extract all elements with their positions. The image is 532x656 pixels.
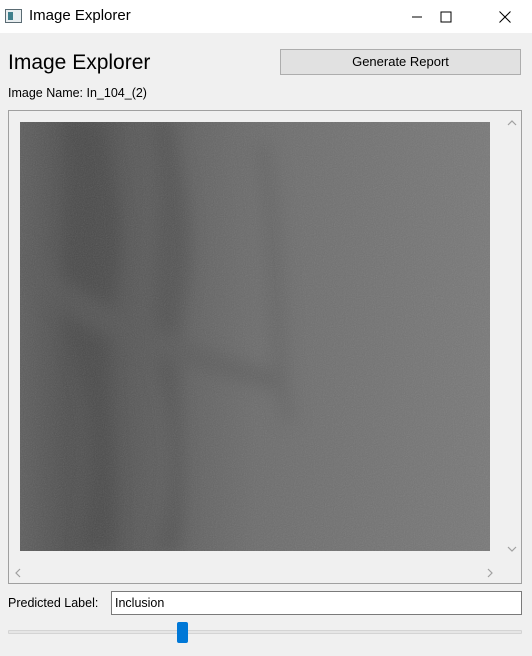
predicted-label-field[interactable] [111, 591, 522, 615]
maximize-button[interactable] [423, 0, 469, 33]
app-icon [5, 9, 22, 23]
page-title: Image Explorer [8, 51, 151, 74]
slider-handle[interactable] [177, 622, 188, 643]
maximize-icon [440, 11, 452, 22]
slider-track[interactable] [8, 630, 522, 634]
image-slider[interactable] [8, 620, 522, 644]
scroll-left-icon[interactable] [11, 566, 25, 580]
image-view [20, 122, 490, 551]
scroll-right-icon[interactable] [483, 566, 497, 580]
scroll-up-icon[interactable] [505, 117, 519, 129]
generate-report-button[interactable]: Generate Report [280, 49, 521, 75]
image-name-label: Image Name: In_104_(2) [8, 86, 147, 100]
minimize-icon [412, 16, 422, 17]
close-icon [499, 10, 511, 23]
close-button[interactable] [482, 0, 528, 33]
title-bar: Image Explorer [0, 0, 532, 33]
scroll-down-icon[interactable] [505, 543, 519, 555]
window-title: Image Explorer [29, 7, 131, 24]
image-scroll-area[interactable] [8, 110, 522, 584]
predicted-label-caption: Predicted Label: [8, 596, 99, 610]
